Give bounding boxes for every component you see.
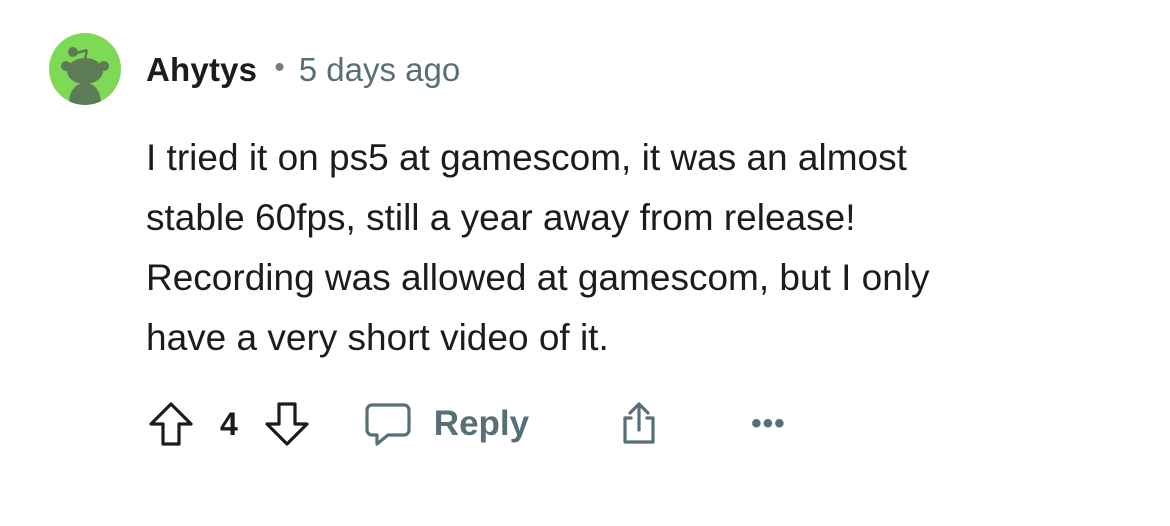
downvote-button[interactable] [262, 399, 312, 449]
comment-line: Recording was allowed at gamescom, but I… [146, 257, 930, 298]
reply-label: Reply [433, 404, 530, 443]
vote-count: 4 [220, 405, 238, 442]
reply-button[interactable]: Reply [364, 401, 529, 447]
username[interactable]: Ahytys [146, 51, 257, 89]
comment-header: Ahytys • 5 days ago [146, 48, 460, 92]
timestamp[interactable]: 5 days ago [299, 51, 460, 89]
downvote-arrow-icon [265, 402, 309, 446]
more-options-icon[interactable]: ••• [751, 407, 786, 441]
comment-line: I tried it on ps5 at gamescom, it was an… [146, 137, 907, 178]
comment-body: I tried it on ps5 at gamescom, it was an… [146, 128, 1136, 368]
upvote-arrow-icon [149, 402, 193, 446]
comment-line: stable 60fps, still a year away from rel… [146, 197, 856, 238]
comment-actions: 4 Reply ••• [146, 398, 786, 450]
comment-line: have a very short video of it. [146, 317, 609, 358]
speech-bubble-icon [365, 403, 411, 446]
share-icon [623, 402, 655, 444]
share-button[interactable] [615, 400, 663, 448]
upvote-button[interactable] [146, 399, 196, 449]
reddit-snoo-avatar-icon [49, 33, 121, 105]
avatar[interactable] [49, 33, 121, 105]
comment: Ahytys • 5 days ago I tried it on ps5 at… [0, 0, 1170, 526]
separator-dot: • [274, 51, 285, 84]
